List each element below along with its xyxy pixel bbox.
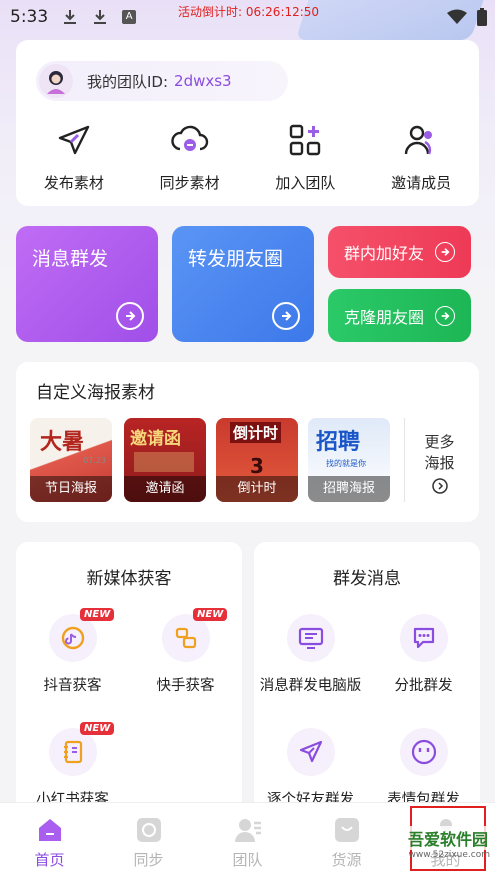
group-add-friends-tile[interactable]: 群内加好友 [328, 226, 471, 278]
feature-label: 分批群发 [394, 678, 453, 694]
action-label: 加入团队 [275, 174, 336, 192]
download-icon [62, 9, 78, 25]
douyin-acquire-button[interactable]: NEW 抖音获客 [16, 608, 129, 695]
tab-label: 团队 [232, 851, 263, 869]
clone-moments-tile[interactable]: 克隆朋友圈 [328, 289, 471, 342]
douyin-icon [48, 614, 97, 662]
poster-recruit[interactable]: 招聘 找的就是你 招聘海报 [308, 418, 390, 502]
users-icon [401, 120, 441, 160]
status-time: 5:33 [10, 7, 49, 27]
poster-invitation[interactable]: 邀请函 邀请函 [124, 418, 206, 502]
wifi-icon [447, 9, 467, 29]
action-label: 发布素材 [43, 174, 104, 192]
team-actions: 发布素材 同步素材 加入团队 邀请成员 [16, 120, 479, 193]
section-title: 群发消息 [333, 569, 401, 589]
notebook-icon [48, 728, 97, 776]
emoji-icon [399, 728, 448, 776]
poster-label: 倒计时 [216, 476, 298, 502]
team-card: 我的团队ID: 2dwxs3 发布素材 同步素材 加入团队 邀请成员 [16, 40, 479, 206]
poster-countdown[interactable]: 倒计时 3 倒计时 [216, 418, 298, 502]
watermark-text: 吾爱软件园 [405, 826, 490, 850]
poster-headline: 大暑 [40, 429, 85, 455]
grid-add-icon [285, 120, 325, 160]
poster-headline: 邀请函 [130, 429, 181, 449]
download-icon [92, 9, 108, 25]
arrow-right-circle-icon [431, 478, 448, 498]
tab-team[interactable]: 团队 [198, 803, 297, 881]
emoji-send-button[interactable]: 表情包群发 [367, 728, 480, 809]
arrow-right-icon [435, 242, 455, 262]
section-title: 新媒体获客 [86, 569, 172, 589]
action-label: 邀请成员 [391, 174, 452, 192]
poster-number: 3 [250, 454, 264, 478]
send-icon [286, 728, 335, 776]
poster-decoration [134, 452, 194, 472]
tab-label: 首页 [34, 851, 65, 869]
xiaohongshu-acquire-button[interactable]: NEW 小红书获客 [16, 722, 129, 809]
forward-moments-tile[interactable]: 转发朋友圈 [172, 226, 314, 342]
poster-label: 节日海报 [30, 476, 112, 502]
avatar [39, 64, 73, 98]
desktop-message-icon [286, 614, 335, 662]
poster-label: 招聘海报 [308, 476, 390, 502]
poster-label: 邀请函 [124, 476, 206, 502]
arrow-right-icon [116, 302, 144, 330]
mass-message-tile[interactable]: 消息群发 [16, 226, 158, 342]
poster-card: 自定义海报素材 大暑 07.23 节日海报 邀请函 邀请函 倒计时 3 倒计时 … [16, 362, 479, 522]
poster-sub: 找的就是你 [326, 459, 366, 468]
send-icon [54, 120, 94, 160]
team-id-label: 我的团队ID: [87, 72, 169, 91]
status-bar: 5:33 A 活动倒计时: 06:26:12:50 [0, 0, 495, 34]
watermark: 吾爱软件园 www.52zixue.com [372, 826, 490, 876]
new-badge: NEW [80, 608, 115, 621]
tab-home[interactable]: 首页 [0, 803, 99, 881]
poster-festival[interactable]: 大暑 07.23 节日海报 [30, 418, 112, 502]
poster-date: 07.23 [83, 456, 106, 465]
more-posters-button[interactable]: 更多海报 [404, 418, 474, 502]
chat-bubble-icon [399, 614, 448, 662]
batch-send-button[interactable]: 分批群发 [367, 614, 480, 695]
new-media-card: 新媒体获客 NEW 抖音获客 NEW 快手获客 NEW 小红书获客 [16, 542, 242, 822]
battery-icon [477, 8, 487, 30]
watermark-url: www.52zixue.com [408, 850, 490, 860]
tab-label: 同步 [133, 851, 164, 869]
tab-label: 货源 [331, 851, 362, 869]
arrow-right-icon [435, 305, 455, 326]
group-message-card: 群发消息 消息群发电脑版 分批群发 逐个好友群发 表情包群发 [254, 542, 480, 822]
countdown-text: 活动倒计时: 06:26:12:50 [178, 5, 320, 19]
kuaishou-icon [161, 614, 210, 662]
poster-headline: 倒计时 [230, 422, 282, 443]
cloud-sync-icon [170, 120, 210, 160]
tile-title: 克隆朋友圈 [344, 307, 425, 327]
feature-label: 消息群发电脑版 [259, 678, 362, 694]
poster-headline: 招聘 [316, 430, 361, 455]
new-badge: NEW [193, 608, 228, 621]
desktop-mass-message-button[interactable]: 消息群发电脑版 [254, 614, 367, 695]
tile-title: 群内加好友 [344, 244, 425, 263]
kuaishou-acquire-button[interactable]: NEW 快手获客 [129, 608, 242, 695]
feature-label: 快手获客 [156, 678, 215, 694]
sync-icon [135, 817, 163, 843]
team-icon [234, 817, 262, 843]
sync-material-button[interactable]: 同步素材 [132, 120, 248, 193]
tab-sync[interactable]: 同步 [99, 803, 198, 881]
section-title: 自定义海报素材 [36, 383, 155, 403]
invite-member-button[interactable]: 邀请成员 [363, 120, 479, 193]
more-label: 更多海报 [424, 433, 455, 472]
one-by-one-send-button[interactable]: 逐个好友群发 [254, 728, 367, 809]
arrow-right-icon [272, 302, 300, 330]
shop-icon [333, 817, 361, 843]
notification-icon: A [122, 10, 137, 24]
join-team-button[interactable]: 加入团队 [248, 120, 364, 193]
action-label: 同步素材 [159, 174, 220, 192]
home-icon [36, 817, 64, 843]
team-id-value: 2dwxs3 [174, 72, 232, 90]
tile-title: 消息群发 [32, 248, 109, 270]
new-badge: NEW [80, 722, 115, 735]
tile-title: 转发朋友圈 [188, 248, 284, 270]
feature-label: 抖音获客 [43, 678, 102, 694]
publish-material-button[interactable]: 发布素材 [16, 120, 132, 193]
team-id-pill[interactable]: 我的团队ID: 2dwxs3 [36, 61, 288, 101]
